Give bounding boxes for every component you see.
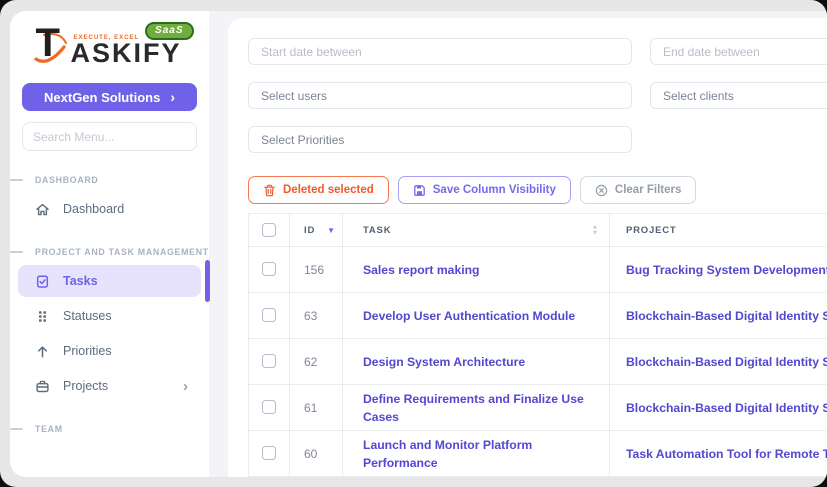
row-checkbox[interactable]: [262, 308, 276, 322]
select-users-dropdown[interactable]: Select users: [248, 82, 632, 109]
workspace-button-label: NextGen Solutions: [44, 90, 160, 105]
main-panel: Select users Select clients Select Prior…: [228, 18, 827, 477]
project-link[interactable]: Task Automation Tool for Remote Teams: [626, 447, 827, 461]
save-column-visibility-button[interactable]: Save Column Visibility: [398, 176, 571, 204]
sort-icon: ▲▼: [592, 225, 599, 236]
grid-dots-icon: [35, 309, 50, 324]
app-window: T EXECUTE, EXCEL ASKIFY SaaS NextGen Sol…: [10, 11, 827, 477]
chevron-right-icon: ›: [183, 378, 201, 395]
project-link[interactable]: Bug Tracking System Development: [626, 263, 827, 277]
sidebar-item-dashboard[interactable]: Dashboard: [18, 193, 201, 225]
tasks-icon: [35, 274, 50, 289]
table-header-row: ID▼ TASK ▲▼ PROJECT: [249, 214, 827, 247]
column-header-task[interactable]: TASK ▲▼: [343, 214, 610, 247]
delete-selected-label: Deleted selected: [283, 184, 374, 196]
tasks-table: ID▼ TASK ▲▼ PROJECT 156 Sales report maki…: [248, 213, 827, 477]
table-row: 63 Develop User Authentication Module Bloc…: [249, 293, 827, 339]
task-link[interactable]: Design System Architecture: [363, 355, 525, 369]
logo-letter-t: T: [36, 21, 60, 66]
sort-desc-icon: ▼: [327, 226, 336, 235]
select-priorities-dropdown[interactable]: Select Priorities: [248, 126, 632, 153]
sidebar-nav: DASHBOARD Dashboard PROJECT AND TASK MANAG…: [10, 175, 209, 434]
logo-wordmark: ASKIFY: [71, 38, 182, 69]
section-dash: [10, 428, 23, 430]
project-link[interactable]: Blockchain-Based Digital Identity System: [626, 309, 827, 323]
briefcase-icon: [35, 379, 50, 394]
select-all-checkbox[interactable]: [262, 223, 276, 237]
select-clients-dropdown[interactable]: Select clients: [650, 82, 827, 109]
sidebar-section-header: DASHBOARD: [10, 175, 209, 185]
sidebar-item-priorities[interactable]: Priorities: [18, 335, 201, 367]
clear-filters-label: Clear Filters: [615, 184, 681, 196]
task-id: 62: [290, 339, 343, 385]
chevron-right-icon: ›: [170, 89, 175, 105]
row-checkbox[interactable]: [262, 446, 276, 460]
table-row: 62 Design System Architecture Blockchain-B…: [249, 339, 827, 385]
sidebar-section-header: TEAM: [10, 424, 209, 434]
section-dash: [10, 179, 23, 181]
saas-badge: SaaS: [145, 22, 193, 40]
task-link[interactable]: Launch and Monitor Platform Performance: [363, 438, 532, 470]
column-header-id[interactable]: ID▼: [290, 214, 343, 247]
column-header-project[interactable]: PROJECT: [610, 214, 827, 247]
task-id: 61: [290, 385, 343, 431]
table-row: 61 Define Requirements and Finalize Use C…: [249, 385, 827, 431]
sidebar-search-input[interactable]: [22, 122, 197, 151]
sidebar-item-projects[interactable]: Projects›: [18, 370, 201, 402]
save-column-visibility-label: Save Column Visibility: [433, 184, 556, 196]
task-link[interactable]: Define Requirements and Finalize Use Cas…: [363, 392, 584, 424]
workspace-button[interactable]: NextGen Solutions ›: [22, 83, 197, 111]
home-icon: [35, 202, 50, 217]
trash-icon: [263, 184, 276, 197]
toolbar: Deleted selected Save Column Visibility: [248, 176, 827, 204]
row-checkbox[interactable]: [262, 400, 276, 414]
project-link[interactable]: Blockchain-Based Digital Identity System: [626, 355, 827, 369]
filters: Select users Select clients Select Prior…: [248, 38, 827, 153]
section-dash: [10, 251, 23, 253]
save-icon: [413, 184, 426, 197]
table-body: 156 Sales report making Bug Tracking Syste…: [249, 247, 827, 477]
row-checkbox[interactable]: [262, 262, 276, 276]
sidebar-section-header: PROJECT AND TASK MANAGEMENT: [10, 247, 209, 257]
task-id: 63: [290, 293, 343, 339]
taskify-logo: T EXECUTE, EXCEL ASKIFY SaaS: [34, 25, 186, 71]
arrow-up-icon: [35, 344, 50, 359]
sidebar-item-statuses[interactable]: Statuses: [18, 300, 201, 332]
sidebar-item-tasks[interactable]: Tasks: [18, 265, 201, 297]
project-link[interactable]: Blockchain-Based Digital Identity System: [626, 401, 827, 415]
table-row: 156 Sales report making Bug Tracking Syste…: [249, 247, 827, 293]
row-checkbox[interactable]: [262, 354, 276, 368]
clear-filters-button[interactable]: Clear Filters: [580, 176, 696, 204]
task-id: 60: [290, 431, 343, 477]
end-date-input[interactable]: [650, 38, 827, 65]
start-date-input[interactable]: [248, 38, 632, 65]
app-screen: T EXECUTE, EXCEL ASKIFY SaaS NextGen Sol…: [0, 0, 827, 487]
task-id: 156: [290, 247, 343, 293]
task-link[interactable]: Develop User Authentication Module: [363, 309, 575, 323]
delete-selected-button[interactable]: Deleted selected: [248, 176, 389, 204]
task-link[interactable]: Sales report making: [363, 263, 480, 277]
sidebar: T EXECUTE, EXCEL ASKIFY SaaS NextGen Sol…: [10, 11, 209, 477]
table-row: 60 Launch and Monitor Platform Performanc…: [249, 431, 827, 477]
circle-x-icon: [595, 184, 608, 197]
